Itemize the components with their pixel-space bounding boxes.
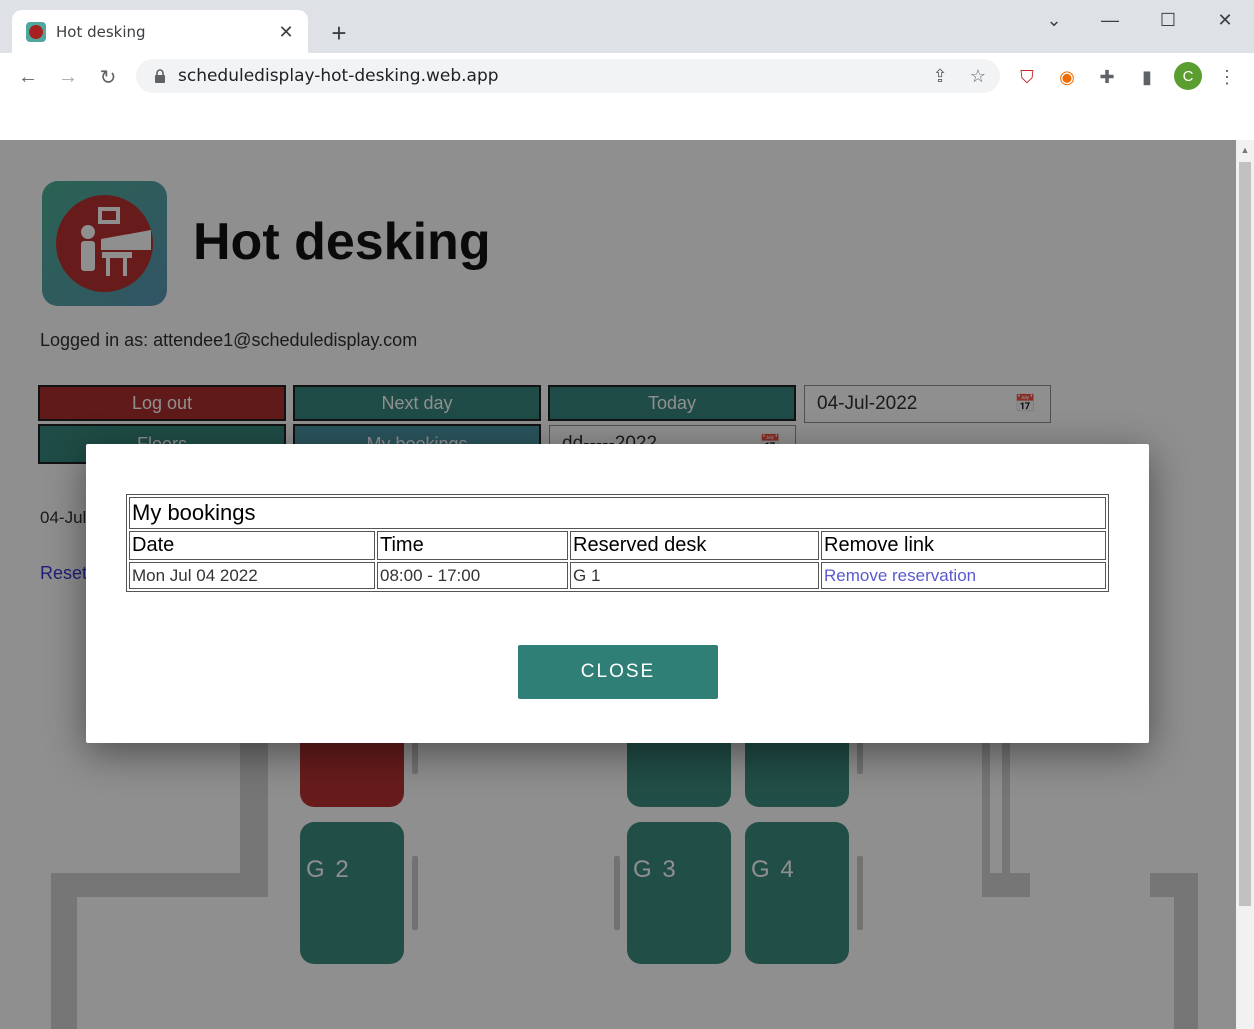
remove-reservation-link[interactable]: Remove reservation: [824, 566, 976, 585]
address-bar[interactable]: scheduledisplay-hot-desking.web.app ⇪ ☆: [136, 59, 1000, 93]
column-header-remove: Remove link: [821, 531, 1106, 560]
page-scrollbar[interactable]: ▲: [1236, 140, 1254, 1029]
reload-icon[interactable]: ↻: [92, 61, 124, 93]
maximize-icon[interactable]: ☐: [1145, 6, 1191, 34]
browser-toolbar: ← → ↻ scheduledisplay-hot-desking.web.ap…: [0, 53, 1254, 99]
menu-icon[interactable]: ⋮: [1213, 63, 1241, 91]
bookmark-star-icon[interactable]: ☆: [962, 60, 994, 92]
booking-desk: G 1: [570, 562, 819, 589]
tab-search-icon[interactable]: ⌄: [1031, 6, 1077, 34]
table-header-row: Date Time Reserved desk Remove link: [129, 531, 1106, 560]
browser-tab[interactable]: Hot desking ✕: [12, 10, 308, 54]
tab-strip: Hot desking ✕ + ⌄ — ☐ ✕: [0, 0, 1254, 54]
close-tab-icon[interactable]: ✕: [274, 20, 298, 44]
favicon-icon: [26, 22, 46, 42]
forward-icon[interactable]: →: [52, 61, 84, 93]
booking-date: Mon Jul 04 2022: [129, 562, 375, 589]
my-bookings-dialog: My bookings Date Time Reserved desk Remo…: [86, 444, 1149, 743]
close-window-icon[interactable]: ✕: [1202, 6, 1248, 34]
back-icon[interactable]: ←: [12, 61, 44, 93]
table-caption: My bookings: [129, 497, 1106, 529]
extension-shield-icon[interactable]: ⛉: [1013, 63, 1041, 91]
tab-title: Hot desking: [56, 23, 146, 41]
scroll-thumb[interactable]: [1239, 162, 1251, 906]
extension-ring-icon[interactable]: ◉: [1053, 63, 1081, 91]
new-tab-icon[interactable]: +: [324, 18, 354, 48]
column-header-date: Date: [129, 531, 375, 560]
url-text[interactable]: scheduledisplay-hot-desking.web.app: [178, 66, 924, 86]
side-panel-icon[interactable]: ▮: [1133, 63, 1161, 91]
booking-time: 08:00 - 17:00: [377, 562, 568, 589]
extensions-puzzle-icon[interactable]: ✚: [1093, 63, 1121, 91]
share-icon[interactable]: ⇪: [924, 60, 956, 92]
table-row: Mon Jul 04 2022 08:00 - 17:00 G 1 Remove…: [129, 562, 1106, 589]
lock-icon[interactable]: [152, 68, 168, 84]
scroll-up-arrow-icon[interactable]: ▲: [1236, 140, 1254, 160]
close-button[interactable]: CLOSE: [518, 645, 718, 699]
column-header-time: Time: [377, 531, 568, 560]
toolbar-spacer: [0, 99, 1254, 141]
column-header-desk: Reserved desk: [570, 531, 819, 560]
profile-avatar[interactable]: C: [1174, 62, 1202, 90]
minimize-icon[interactable]: —: [1087, 6, 1133, 34]
bookings-table: My bookings Date Time Reserved desk Remo…: [126, 494, 1109, 592]
